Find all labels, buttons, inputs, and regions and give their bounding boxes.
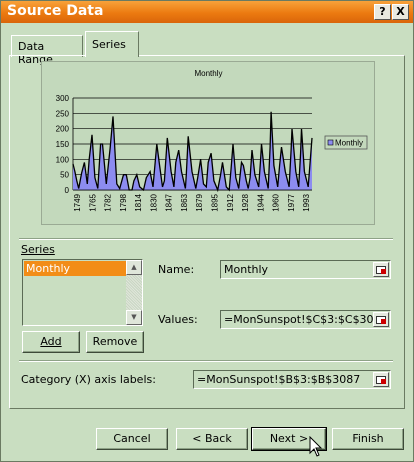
divider	[19, 360, 393, 362]
category-label: Category (X) axis labels:	[21, 373, 156, 386]
back-button[interactable]: < Back	[176, 428, 248, 450]
divider	[19, 238, 393, 240]
chart-title: Monthly	[194, 69, 222, 78]
collapse-dialog-icon[interactable]	[373, 262, 389, 277]
help-icon[interactable]: ?	[374, 4, 391, 20]
legend-label: Monthly	[335, 139, 363, 148]
cancel-button[interactable]: Cancel	[96, 428, 168, 450]
x-tick-label: 1944	[256, 193, 265, 211]
x-tick-label: 1765	[88, 193, 97, 211]
source-data-dialog: Source Data ? X Data Range Series Monthl…	[0, 0, 414, 462]
y-tick-label: 0	[65, 186, 70, 195]
x-tick-label: 1895	[210, 193, 219, 211]
collapse-dialog-icon[interactable]	[373, 372, 389, 387]
close-icon[interactable]: X	[392, 4, 409, 20]
x-tick-label: 1863	[180, 193, 189, 211]
finish-button[interactable]: Finish	[332, 428, 404, 450]
tab-data-range[interactable]: Data Range	[11, 35, 83, 66]
scrollbar[interactable]: ▲ ▼	[126, 260, 142, 325]
name-field[interactable]: Monthly	[220, 260, 391, 279]
values-label: Values:	[158, 313, 198, 326]
dialog-title: Source Data	[7, 3, 104, 19]
x-tick-label: 1912	[226, 193, 235, 211]
name-value: Monthly	[224, 263, 269, 276]
mouse-cursor-icon	[309, 436, 323, 457]
tab-series[interactable]: Series	[85, 31, 139, 57]
scroll-down-icon[interactable]: ▼	[126, 310, 142, 325]
x-tick-label: 1749	[73, 193, 82, 211]
x-tick-label: 1879	[195, 193, 204, 211]
y-tick-label: 100	[56, 155, 70, 164]
title-bar: Source Data ? X	[1, 1, 413, 23]
category-value: =MonSunspot!$B$3:$B$3087	[197, 373, 361, 386]
x-tick-label: 1814	[134, 193, 143, 211]
series-list[interactable]: Monthly ▲ ▼	[22, 259, 143, 326]
x-tick-label: 1960	[272, 193, 281, 211]
chart-svg: Monthly 300 250 200 150 100 50 01749 1765 1782 179…	[56, 69, 368, 212]
values-field[interactable]: =MonSunspot!$C$3:$C$3087	[220, 310, 391, 329]
add-button[interactable]: Add	[22, 331, 80, 353]
x-tick-label: 1830	[149, 193, 158, 211]
series-heading: Series	[21, 243, 55, 256]
y-tick-label: 250	[56, 109, 70, 118]
x-tick-label: 1798	[119, 193, 128, 211]
y-tick-label: 50	[60, 171, 69, 180]
y-tick-label: 200	[56, 125, 70, 134]
series-list-item[interactable]: Monthly	[24, 261, 127, 276]
category-field[interactable]: =MonSunspot!$B$3:$B$3087	[193, 370, 391, 389]
legend-swatch	[327, 139, 334, 146]
y-tick-label: 150	[56, 140, 70, 149]
name-label: Name:	[158, 263, 195, 276]
x-tick-label: 1847	[165, 193, 174, 211]
x-tick-label: 1993	[302, 193, 311, 211]
y-tick-label: 300	[56, 94, 70, 103]
collapse-dialog-icon[interactable]	[373, 312, 389, 327]
scroll-up-icon[interactable]: ▲	[126, 260, 142, 275]
values-value: =MonSunspot!$C$3:$C$3087	[224, 313, 388, 326]
x-tick-label: 1928	[241, 193, 250, 211]
x-tick-label: 1782	[104, 193, 113, 211]
remove-button[interactable]: Remove	[86, 331, 144, 353]
chart-preview: Monthly 300 250 200 150 100 50 0 1749 1765 1782 179…	[41, 61, 375, 225]
x-tick-label: 1977	[287, 193, 296, 211]
